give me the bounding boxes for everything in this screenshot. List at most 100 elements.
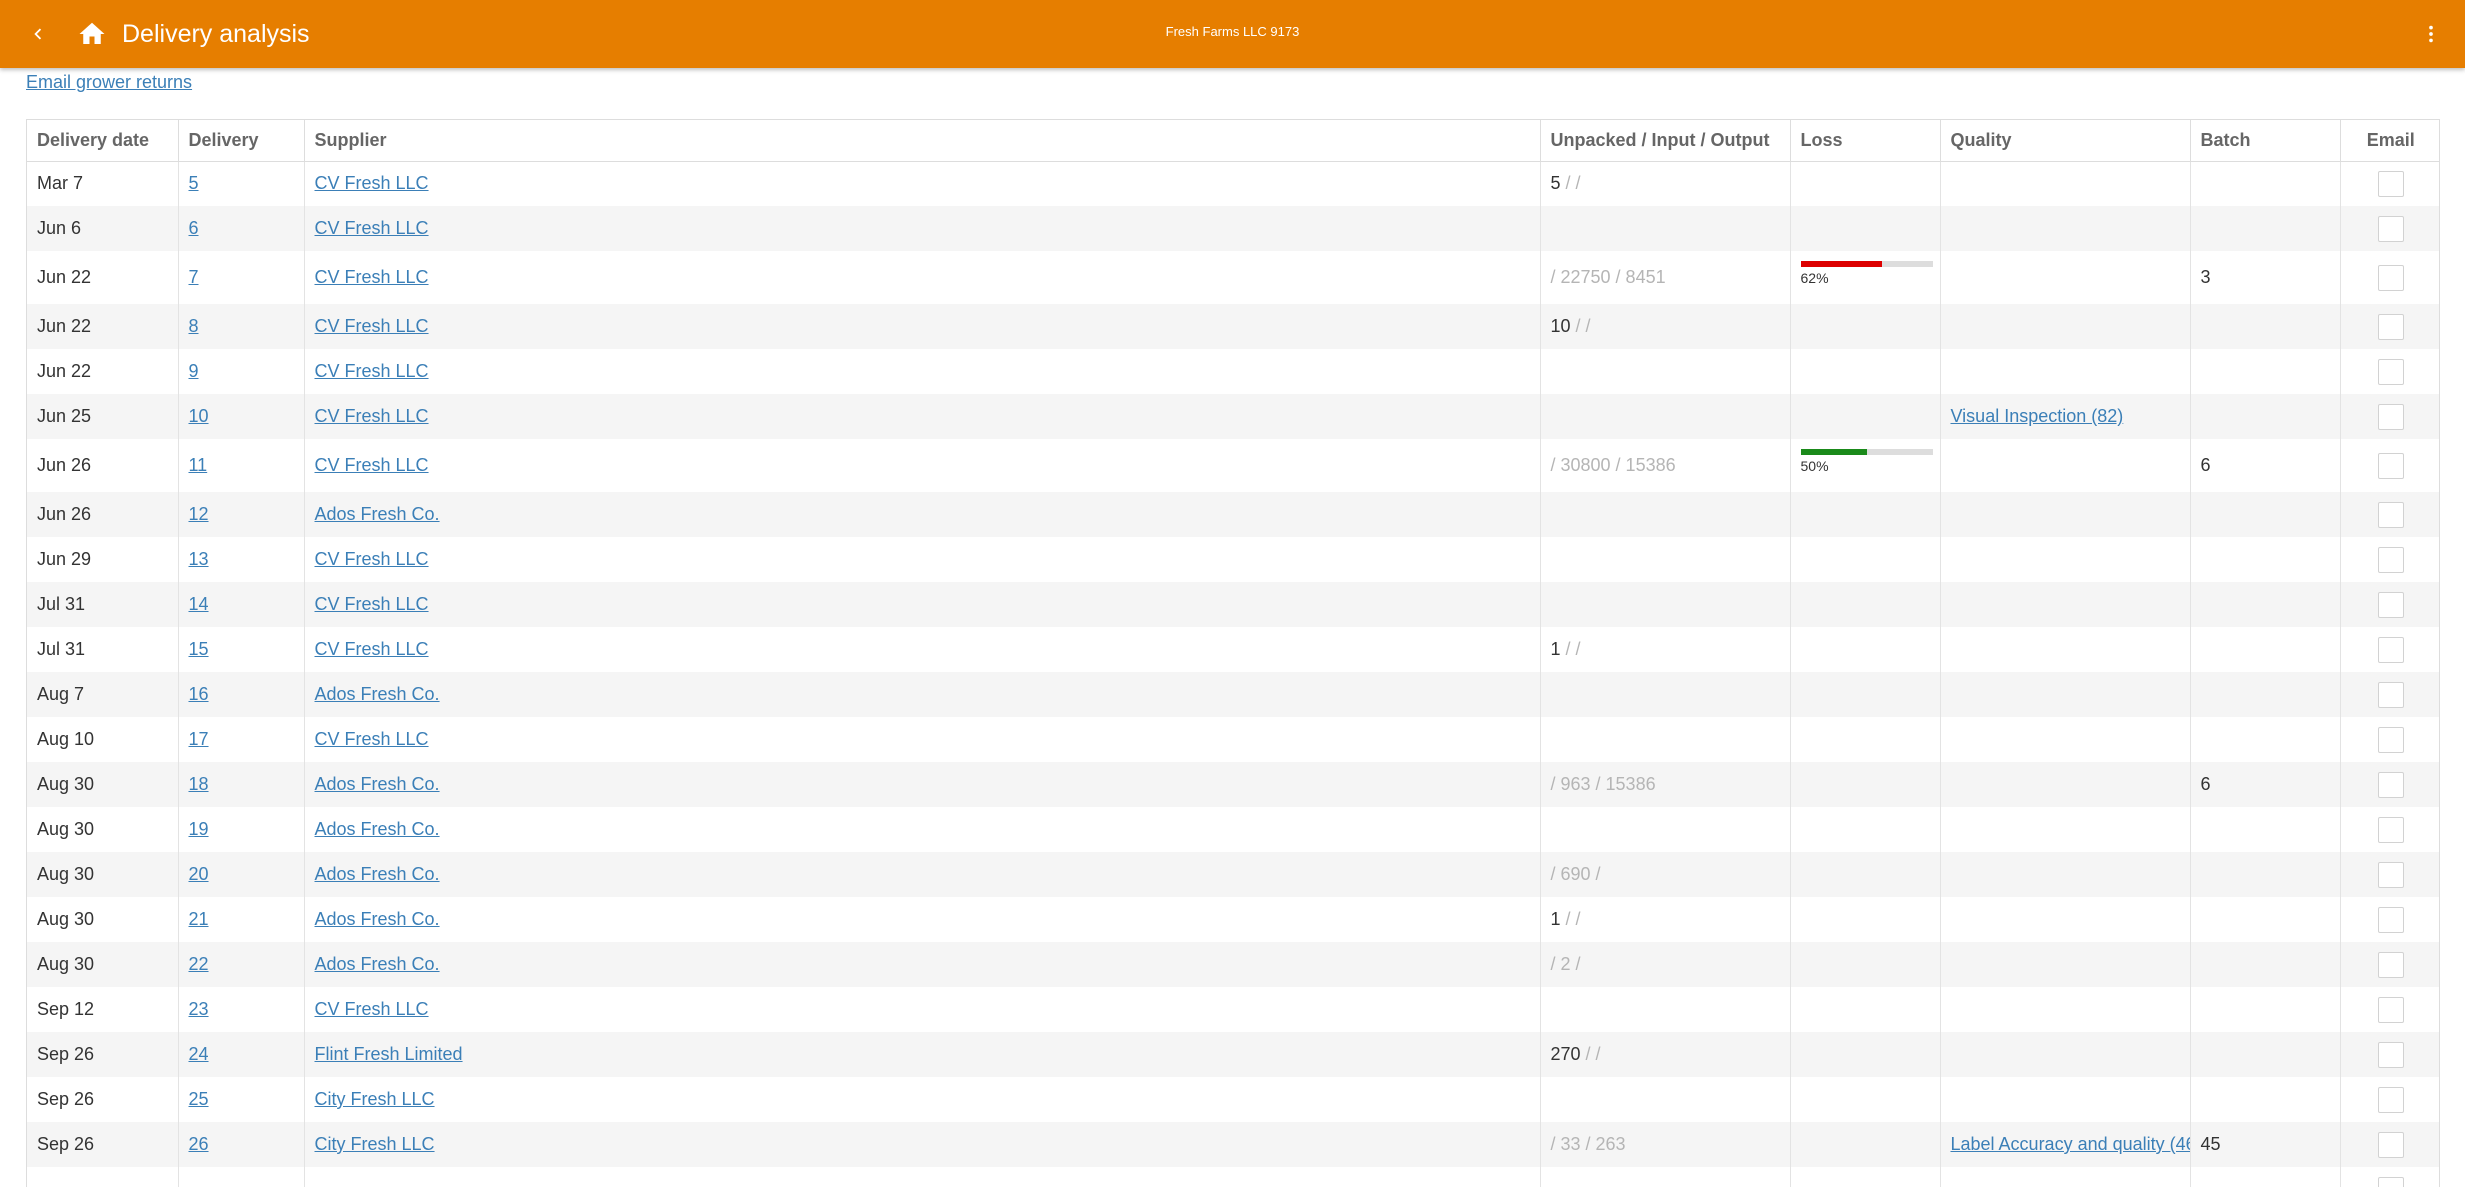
supplier-link[interactable]: CV Fresh LLC: [315, 455, 429, 475]
delivery-link[interactable]: 17: [189, 729, 209, 749]
supplier-link[interactable]: CV Fresh LLC: [315, 729, 429, 749]
home-button[interactable]: [70, 12, 114, 56]
supplier-link[interactable]: Ados Fresh Co.: [315, 774, 440, 794]
supplier-link[interactable]: Ados Fresh Co.: [315, 954, 440, 974]
email-checkbox[interactable]: [2377, 546, 2404, 573]
email-checkbox[interactable]: [2377, 771, 2404, 798]
cell-delivery: 11: [178, 439, 305, 492]
delivery-link[interactable]: 25: [189, 1089, 209, 1109]
header-supplier[interactable]: Supplier: [304, 120, 1541, 162]
email-checkbox[interactable]: [2377, 861, 2404, 888]
email-checkbox[interactable]: [2377, 906, 2404, 933]
cell-quality: [1940, 987, 2191, 1032]
email-checkbox[interactable]: [2377, 1131, 2404, 1158]
table-row: Aug 30 18 Ados Fresh Co. / 963 / 15386 6: [27, 762, 2439, 807]
supplier-link[interactable]: Ados Fresh Co.: [315, 819, 440, 839]
delivery-link[interactable]: 18: [189, 774, 209, 794]
supplier-link[interactable]: City Fresh LLC: [315, 1089, 435, 1109]
delivery-link[interactable]: 7: [189, 267, 199, 287]
input-output-value: / 963 / 15386: [1550, 774, 1656, 794]
cell-delivery-date: Aug 30: [27, 942, 179, 987]
supplier-link[interactable]: Ados Fresh Co.: [315, 684, 440, 704]
email-checkbox[interactable]: [2377, 403, 2404, 430]
input-output-value: / /: [1570, 316, 1591, 336]
cell-delivery-date: Jun 26: [27, 492, 179, 537]
delivery-link[interactable]: 15: [189, 639, 209, 659]
email-checkbox[interactable]: [2377, 170, 2404, 197]
cell-supplier: CV Fresh LLC: [304, 251, 1541, 304]
supplier-link[interactable]: CV Fresh LLC: [315, 639, 429, 659]
email-checkbox[interactable]: [2377, 1176, 2404, 1187]
delivery-link[interactable]: 22: [189, 954, 209, 974]
header-loss[interactable]: Loss: [1790, 120, 1941, 162]
cell-quality: [1940, 439, 2191, 492]
cell-loss: [1790, 1032, 1941, 1077]
supplier-link[interactable]: Flint Fresh Limited: [315, 1044, 463, 1064]
cell-unpacked-input-output: / 33 / 263: [1540, 1122, 1791, 1167]
email-checkbox[interactable]: [2377, 591, 2404, 618]
email-checkbox[interactable]: [2377, 681, 2404, 708]
email-checkbox[interactable]: [2377, 452, 2404, 479]
cell-email: [2340, 206, 2439, 251]
quality-link[interactable]: Label Accuracy and quality (469: [1951, 1134, 2190, 1154]
supplier-link[interactable]: CV Fresh LLC: [315, 406, 429, 426]
email-checkbox[interactable]: [2377, 726, 2404, 753]
delivery-link[interactable]: 14: [189, 594, 209, 614]
cell-delivery-date: Jul 31: [27, 582, 179, 627]
delivery-link[interactable]: 10: [189, 406, 209, 426]
supplier-link[interactable]: CV Fresh LLC: [315, 361, 429, 381]
supplier-link[interactable]: City Fresh LLC: [315, 1134, 435, 1154]
header-delivery-date[interactable]: Delivery date: [27, 120, 179, 162]
delivery-link[interactable]: 12: [189, 504, 209, 524]
supplier-link[interactable]: CV Fresh LLC: [315, 218, 429, 238]
cell-supplier: Ados Fresh Co.: [304, 897, 1541, 942]
supplier-link[interactable]: CV Fresh LLC: [315, 594, 429, 614]
delivery-link[interactable]: 26: [189, 1134, 209, 1154]
email-checkbox[interactable]: [2377, 358, 2404, 385]
delivery-link[interactable]: 19: [189, 819, 209, 839]
overflow-menu-button[interactable]: [2411, 14, 2451, 54]
email-checkbox[interactable]: [2377, 215, 2404, 242]
header-quality[interactable]: Quality: [1940, 120, 2191, 162]
header-email[interactable]: Email: [2340, 120, 2439, 162]
supplier-link[interactable]: Ados Fresh Co.: [315, 864, 440, 884]
cell-loss: [1790, 161, 1941, 206]
email-grower-returns-link[interactable]: Email grower returns: [26, 72, 192, 93]
email-checkbox[interactable]: [2377, 636, 2404, 663]
delivery-link[interactable]: 23: [189, 999, 209, 1019]
delivery-link[interactable]: 13: [189, 549, 209, 569]
email-checkbox[interactable]: [2377, 264, 2404, 291]
email-checkbox[interactable]: [2377, 501, 2404, 528]
cell-quality: [1940, 1032, 2191, 1077]
back-button[interactable]: [18, 14, 58, 54]
email-checkbox[interactable]: [2377, 313, 2404, 340]
supplier-link[interactable]: CV Fresh LLC: [315, 316, 429, 336]
delivery-link[interactable]: 20: [189, 864, 209, 884]
header-delivery[interactable]: Delivery: [178, 120, 305, 162]
supplier-link[interactable]: CV Fresh LLC: [315, 173, 429, 193]
supplier-link[interactable]: CV Fresh LLC: [315, 267, 429, 287]
delivery-link[interactable]: 8: [189, 316, 199, 336]
email-checkbox[interactable]: [2377, 951, 2404, 978]
delivery-link[interactable]: 21: [189, 909, 209, 929]
header-batch[interactable]: Batch: [2190, 120, 2341, 162]
email-checkbox[interactable]: [2377, 996, 2404, 1023]
email-checkbox[interactable]: [2377, 1086, 2404, 1113]
delivery-link[interactable]: 5: [189, 173, 199, 193]
supplier-link[interactable]: Ados Fresh Co.: [315, 504, 440, 524]
delivery-link[interactable]: 6: [189, 218, 199, 238]
supplier-link[interactable]: CV Fresh LLC: [315, 549, 429, 569]
quality-link[interactable]: Visual Inspection (82): [1951, 406, 2124, 426]
cell-email: [2340, 304, 2439, 349]
email-checkbox[interactable]: [2377, 1041, 2404, 1068]
delivery-link[interactable]: 24: [189, 1044, 209, 1064]
email-checkbox[interactable]: [2377, 816, 2404, 843]
cell-unpacked-input-output: [1540, 537, 1791, 582]
supplier-link[interactable]: CV Fresh LLC: [315, 999, 429, 1019]
delivery-link[interactable]: 16: [189, 684, 209, 704]
delivery-link[interactable]: 11: [189, 455, 208, 475]
header-unpacked-input-output[interactable]: Unpacked / Input / Output: [1540, 120, 1791, 162]
cell-supplier: CV Fresh LLC: [304, 537, 1541, 582]
delivery-link[interactable]: 9: [189, 361, 199, 381]
supplier-link[interactable]: Ados Fresh Co.: [315, 909, 440, 929]
